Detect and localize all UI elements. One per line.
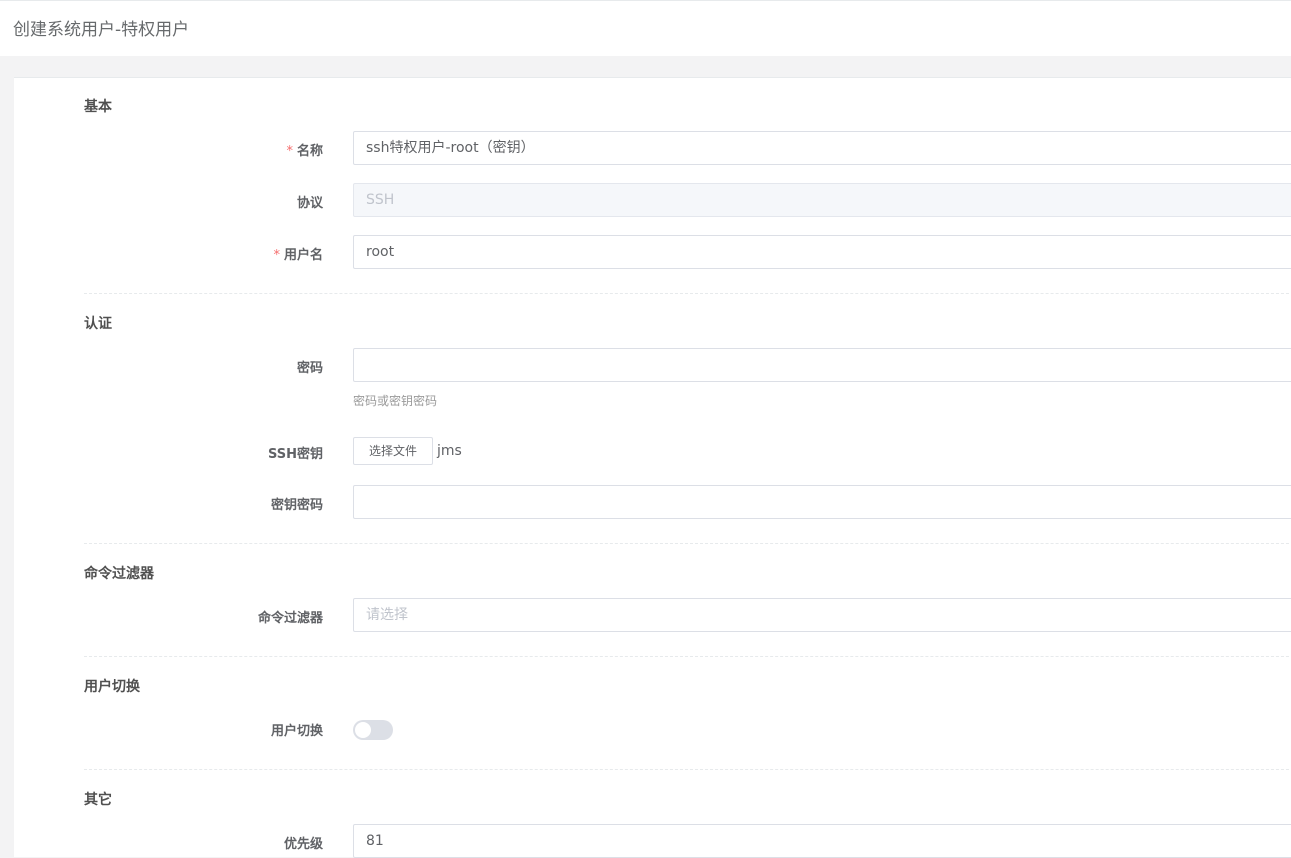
passphrase-label: 密钥密码: [270, 498, 323, 513]
username-input[interactable]: root: [353, 235, 1291, 269]
protocol-label: 协议: [296, 196, 323, 211]
cmd-filters-select[interactable]: 请选择: [353, 598, 1291, 632]
section-divider: [84, 656, 1291, 657]
selected-file-name: jms: [437, 443, 462, 459]
section-divider: [84, 293, 1291, 294]
priority-input[interactable]: 81: [353, 824, 1291, 858]
username-label: * 用户名: [273, 248, 323, 263]
password-input[interactable]: [353, 348, 1291, 382]
priority-label: 优先级: [283, 837, 323, 852]
section-divider: [84, 543, 1291, 544]
ssh-key-label: SSH密钥: [267, 447, 323, 462]
passphrase-input[interactable]: [353, 485, 1291, 519]
required-mark: *: [273, 248, 280, 263]
choose-file-button[interactable]: 选择文件: [353, 437, 433, 465]
password-label: 密码: [296, 361, 323, 376]
page-header: 创建系统用户-特权用户: [0, 0, 1291, 56]
section-divider: [84, 769, 1291, 770]
required-mark: *: [286, 144, 293, 159]
cmd-filters-label: 命令过滤器: [257, 611, 323, 626]
su-label: 用户切换: [270, 724, 323, 739]
page-title: 创建系统用户-特权用户: [13, 20, 190, 40]
section-title-auth: 认证: [84, 316, 112, 332]
section-title-su: 用户切换: [84, 679, 140, 695]
toggle-knob: [355, 722, 371, 738]
section-title-other: 其它: [84, 792, 112, 808]
section-title-command-filter: 命令过滤器: [84, 566, 154, 582]
section-title-basic: 基本: [84, 99, 112, 115]
protocol-select: SSH: [353, 183, 1291, 217]
su-toggle[interactable]: [353, 720, 393, 740]
password-help: 密码或密钥密码: [353, 394, 438, 408]
form-card: 基本 * 名称 ssh特权用户-root（密钥） 协议 SSH * 用户名 root…: [14, 77, 1291, 858]
name-label: * 名称: [286, 144, 323, 159]
name-input[interactable]: ssh特权用户-root（密钥）: [353, 131, 1291, 165]
cmd-filters-placeholder: 请选择: [366, 607, 408, 623]
